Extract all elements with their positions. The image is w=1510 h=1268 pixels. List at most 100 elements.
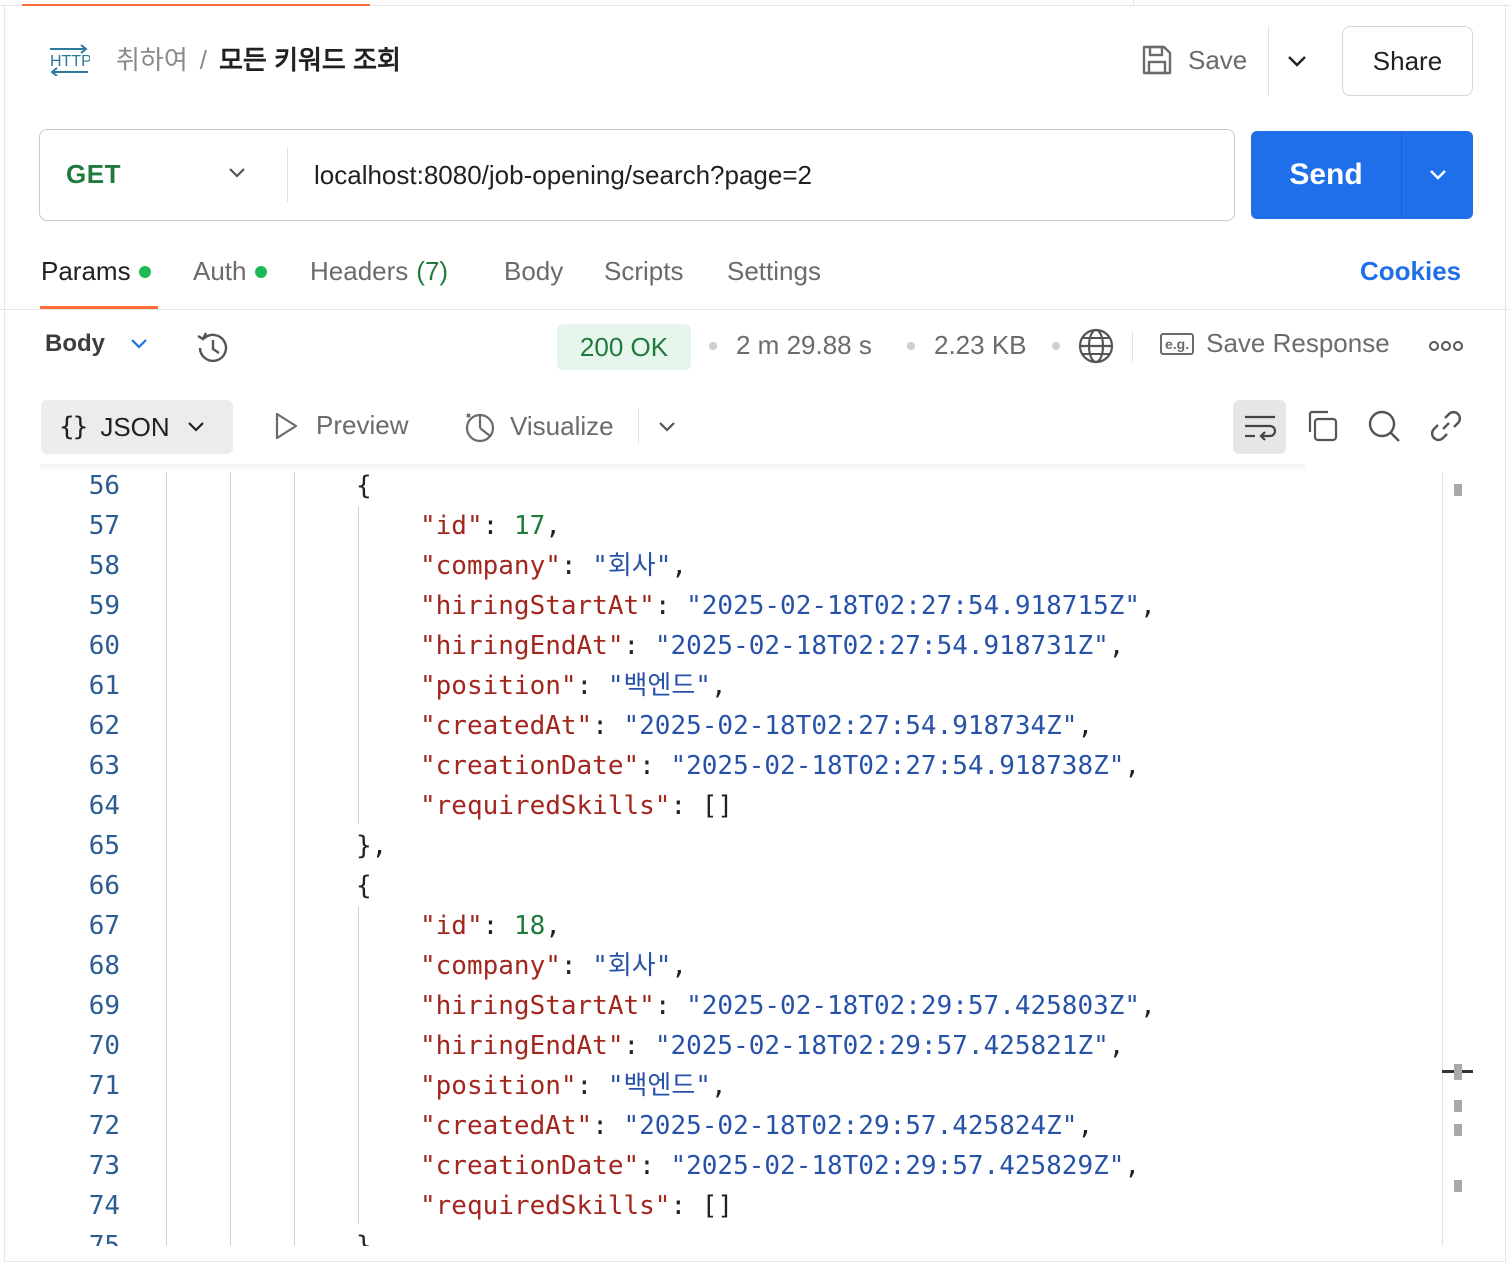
json-punctuation: } <box>356 1231 372 1246</box>
save-divider <box>1268 26 1269 96</box>
line-number: 67 <box>88 911 120 941</box>
overview-ruler[interactable] <box>1442 472 1443 1246</box>
code-content: "hiringStartAt": "2025-02-18T02:29:57.42… <box>420 986 1156 1026</box>
json-punctuation: { <box>356 472 372 501</box>
json-string: "백엔드" <box>607 671 711 701</box>
tab-auth[interactable]: Auth <box>193 256 267 287</box>
line-number: 69 <box>88 991 120 1021</box>
json-punctuation: , <box>671 551 688 581</box>
headers-count: (7) <box>416 256 449 286</box>
cookies-link[interactable]: Cookies <box>1360 256 1461 287</box>
code-line: 63 "creationDate": "2025-02-18T02:27:54.9… <box>40 746 1440 786</box>
json-punctuation: , <box>1124 1151 1141 1181</box>
json-punctuation: : <box>592 711 624 741</box>
json-key: "position" <box>420 1071 577 1101</box>
response-code-editor[interactable]: 56 {57 "id": 17, 58 "company": "회사", 59 "hirin… <box>40 472 1473 1246</box>
send-options-button[interactable] <box>1402 131 1473 219</box>
json-string: "회사" <box>592 951 672 981</box>
breadcrumb: 취하여 / 모든 키워드 조회 <box>116 44 401 76</box>
url-divider <box>287 148 288 202</box>
tab-params[interactable]: Params <box>41 256 151 287</box>
json-punctuation: : <box>576 1071 608 1101</box>
tab-settings[interactable]: Settings <box>727 256 821 287</box>
tab-scripts[interactable]: Scripts <box>604 256 683 287</box>
json-punctuation: : [] <box>670 791 734 821</box>
preview-label: Preview <box>316 410 409 440</box>
copy-icon[interactable] <box>1304 408 1340 444</box>
chevron-down-icon[interactable] <box>1282 46 1312 76</box>
response-size[interactable]: 2.23 KB <box>934 330 1027 361</box>
format-select[interactable]: {} JSON <box>41 400 233 454</box>
visualize-label: Visualize <box>510 410 614 441</box>
line-number: 73 <box>88 1151 120 1181</box>
visualize-button[interactable]: Visualize <box>462 408 614 444</box>
code-line: 68 "company": "회사", <box>40 946 1440 986</box>
json-key: "requiredSkills" <box>420 1191 671 1221</box>
meta-dot <box>709 342 717 350</box>
code-content: "position": "백엔드", <box>420 1066 727 1106</box>
history-icon[interactable] <box>192 328 232 368</box>
tab-headers-label: Headers <box>310 256 409 286</box>
preview-button[interactable]: Preview <box>272 410 408 441</box>
json-key: "id" <box>420 511 483 541</box>
chevron-down-icon[interactable] <box>654 414 680 440</box>
svg-text:HTTP: HTTP <box>50 53 90 70</box>
more-horizontal-icon[interactable] <box>1428 336 1464 356</box>
json-string: "백엔드" <box>607 1071 711 1101</box>
link-icon[interactable] <box>1428 408 1464 444</box>
code-content: "createdAt": "2025-02-18T02:27:54.918734… <box>420 706 1093 746</box>
request-title[interactable]: 모든 키워드 조회 <box>219 44 401 76</box>
overview-mark <box>1454 484 1462 496</box>
response-time[interactable]: 2 m 29.88 s <box>736 330 872 361</box>
active-tab-underline <box>40 306 158 309</box>
code-line: 67 "id": 18, <box>40 906 1440 946</box>
json-punctuation: , <box>1077 711 1094 741</box>
code-line: 64 "requiredSkills": [] <box>40 786 1440 826</box>
tab-scripts-label: Scripts <box>604 256 684 286</box>
line-number: 58 <box>88 551 120 581</box>
overview-mark <box>1454 1064 1462 1080</box>
json-punctuation: : <box>482 511 514 541</box>
method-select[interactable]: GET <box>40 130 287 219</box>
word-wrap-button[interactable] <box>1233 400 1286 454</box>
json-punctuation: , <box>1140 991 1156 1021</box>
send-button[interactable]: Send <box>1251 131 1473 219</box>
chevron-down-icon <box>131 339 147 349</box>
json-punctuation: , <box>671 951 688 981</box>
code-content: "hiringEndAt": "2025-02-18T02:29:57.4258… <box>420 1026 1124 1066</box>
json-punctuation: : <box>654 591 687 621</box>
tab-body[interactable]: Body <box>504 256 563 287</box>
request-tabs: Params Auth Headers (7) Body Scripts Sett… <box>0 250 1510 310</box>
code-line: 60 "hiringEndAt": "2025-02-18T02:27:54.91… <box>40 626 1440 666</box>
url-input[interactable] <box>314 152 1214 198</box>
code-content: { <box>356 472 372 506</box>
globe-icon[interactable] <box>1076 326 1116 366</box>
code-content: "id": 18, <box>420 906 561 946</box>
code-line: 62 "createdAt": "2025-02-18T02:27:54.9187… <box>40 706 1440 746</box>
json-string: "2025-02-18T02:27:54.918738Z" <box>670 751 1125 781</box>
json-string: "회사" <box>592 551 672 581</box>
code-content: "requiredSkills": [] <box>420 1186 733 1226</box>
breadcrumb-collection[interactable]: 취하여 <box>116 44 188 76</box>
json-punctuation: , <box>545 511 561 541</box>
tab-headers[interactable]: Headers (7) <box>310 256 448 287</box>
save-response-button[interactable]: e.g. Save Response <box>1160 328 1390 359</box>
share-button[interactable]: Share <box>1342 26 1473 96</box>
format-toolbar: {} JSON Preview Visualize <box>0 398 1510 456</box>
response-body-select[interactable]: Body <box>45 330 151 358</box>
line-number: 74 <box>88 1191 120 1221</box>
line-number: 61 <box>88 671 120 701</box>
line-number: 59 <box>88 591 120 621</box>
status-badge[interactable]: 200 OK <box>557 324 691 370</box>
save-response-label: Save Response <box>1206 328 1390 358</box>
json-key: "createdAt" <box>420 711 593 741</box>
code-content: "creationDate": "2025-02-18T02:29:57.425… <box>420 1146 1140 1186</box>
code-content: "hiringStartAt": "2025-02-18T02:27:54.91… <box>420 586 1156 626</box>
request-header: HTTP 취하여 / 모든 키워드 조회 Save Share <box>0 24 1510 96</box>
json-string: "2025-02-18T02:27:54.918731Z" <box>654 631 1109 661</box>
json-key: "company" <box>420 551 561 581</box>
breadcrumb-separator: / <box>199 45 207 75</box>
search-icon[interactable] <box>1366 408 1402 444</box>
save-button[interactable]: Save <box>1140 40 1247 80</box>
json-punctuation: : [] <box>670 1191 734 1221</box>
